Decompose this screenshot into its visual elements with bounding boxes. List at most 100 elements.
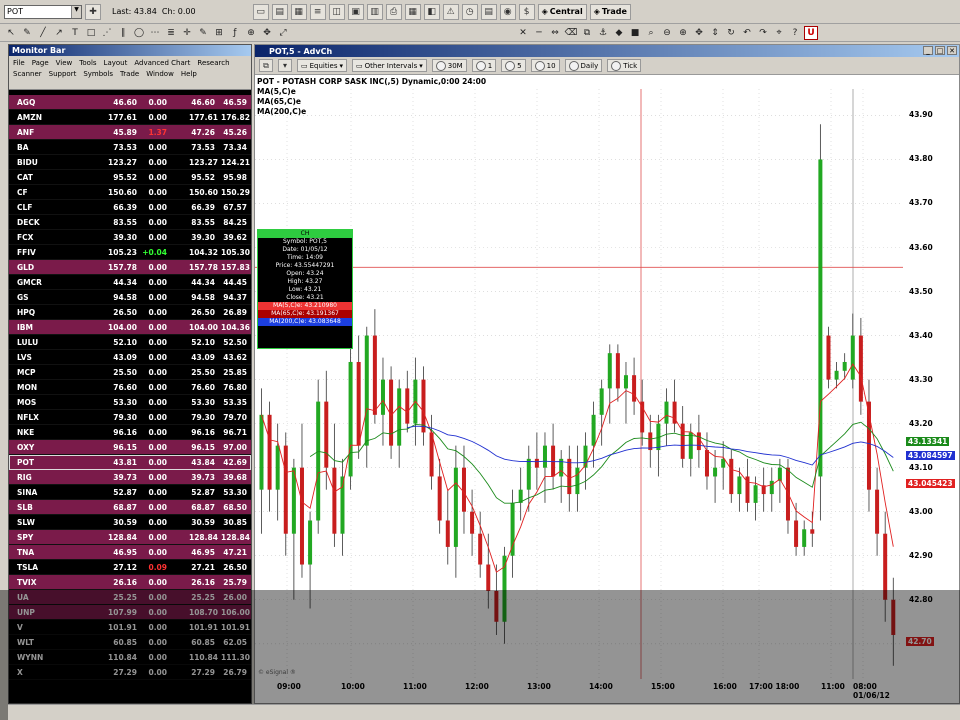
square-icon[interactable]: ■	[628, 26, 642, 40]
monitor-row[interactable]: RIG 39.73 0.00 39.73 39.68	[9, 470, 251, 485]
monitor-row[interactable]: GLD 157.78 0.00 157.78 157.83	[9, 260, 251, 275]
zoom-icon[interactable]: ⊕	[244, 26, 258, 40]
monitor-menu-item[interactable]: Scanner	[13, 69, 42, 80]
news-icon[interactable]: ▥	[366, 3, 383, 20]
help-icon[interactable]: ?	[788, 26, 802, 40]
interval-10[interactable]: 10	[530, 59, 560, 72]
link-window-icon[interactable]: ⧉	[259, 59, 273, 72]
cycle-icon[interactable]: ⋯	[148, 26, 162, 40]
tile-icon[interactable]: ▣	[347, 3, 364, 20]
arrow-icon[interactable]: ↗	[52, 26, 66, 40]
monitor-row[interactable]: NKE 96.16 0.00 96.16 96.71	[9, 425, 251, 440]
monitor-row[interactable]: SLW 30.59 0.00 30.59 30.85	[9, 515, 251, 530]
expand-icon[interactable]: ⤢	[276, 26, 290, 40]
monitor-row[interactable]: TSLA 27.12 0.09 27.21 26.50	[9, 560, 251, 575]
grid-icon[interactable]: ▦	[290, 3, 307, 20]
pin-icon[interactable]: ⌖	[772, 26, 786, 40]
cross-icon[interactable]: ✕	[516, 26, 530, 40]
move-icon[interactable]: ✥	[260, 26, 274, 40]
study-icon[interactable]: ƒ	[228, 26, 242, 40]
eraser-icon[interactable]: ⌫	[564, 26, 578, 40]
monitor-menu-item[interactable]: Help	[181, 69, 197, 80]
u-button[interactable]: U	[804, 25, 818, 40]
monitor-menu-item[interactable]: Symbols	[83, 69, 113, 80]
channel-icon[interactable]: ∥	[116, 26, 130, 40]
monitor-row[interactable]: TNA 46.95 0.00 46.95 47.21	[9, 545, 251, 560]
monitor-row[interactable]: POT 43.81 0.00 43.84 42.69	[9, 455, 251, 470]
add-icon[interactable]: ✚	[85, 3, 101, 20]
arrow-down-icon[interactable]: ▾	[278, 59, 292, 72]
alert-icon[interactable]: ⚠	[442, 3, 459, 20]
monitor-row[interactable]: GMCR 44.34 0.00 44.34 44.45	[9, 275, 251, 290]
time-icon[interactable]: ◷	[461, 3, 478, 20]
monitor-row[interactable]: AMZN 177.61 0.00 177.61 176.82	[9, 110, 251, 125]
fan-icon[interactable]: ⋰	[100, 26, 114, 40]
monitor-row[interactable]: MOS 53.30 0.00 53.30 53.35	[9, 395, 251, 410]
interval-30m[interactable]: 30M	[431, 59, 467, 72]
dollar-icon[interactable]: $	[518, 3, 535, 20]
monitor-row[interactable]: MCP 25.50 0.00 25.50 25.85	[9, 365, 251, 380]
box-icon[interactable]: □	[84, 26, 98, 40]
monitor-row[interactable]: LULU 52.10 0.00 52.10 52.50	[9, 335, 251, 350]
symbol-input[interactable]: POT ▼	[4, 4, 82, 19]
fib-icon[interactable]: ≣	[164, 26, 178, 40]
monitor-row[interactable]: OXY 96.15 0.00 96.15 97.00	[9, 440, 251, 455]
magnify-icon[interactable]: ⌕	[644, 26, 658, 40]
close-icon[interactable]: ✕	[947, 46, 957, 55]
intervals-dropdown[interactable]: ▭ Other Intervals ▾	[352, 59, 427, 72]
monitor-menu-item[interactable]: View	[56, 58, 73, 69]
monitor-row[interactable]: CAT 95.52 0.00 95.52 95.98	[9, 170, 251, 185]
line-icon[interactable]: ╱	[36, 26, 50, 40]
monitor-menu-item[interactable]: Trade	[120, 69, 139, 80]
monitor-row[interactable]: NFLX 79.30 0.00 79.30 79.70	[9, 410, 251, 425]
interval-1[interactable]: 1	[471, 59, 497, 72]
interval-tick[interactable]: Tick	[607, 59, 642, 72]
interval-daily[interactable]: Daily	[564, 59, 603, 72]
calendar-icon[interactable]: ▤	[480, 3, 497, 20]
window-icon[interactable]: ▭	[252, 3, 269, 20]
monitor-row[interactable]: LVS 43.09 0.00 43.09 43.62	[9, 350, 251, 365]
pen-icon[interactable]: ✎	[20, 26, 34, 40]
layout-icon[interactable]: ◧	[423, 3, 440, 20]
monitor-row[interactable]: AGQ 46.60 0.00 46.60 46.59	[9, 95, 251, 110]
compare-icon[interactable]: ⊞	[212, 26, 226, 40]
cursor-icon[interactable]: ↖	[4, 26, 18, 40]
quote-icon[interactable]: ◫	[328, 3, 345, 20]
monitor-row[interactable]: ANF 45.89 1.37 47.26 45.26	[9, 125, 251, 140]
monitor-menu-item[interactable]: File	[13, 58, 25, 69]
monitor-row[interactable]: GS 94.58 0.00 94.58 94.37	[9, 290, 251, 305]
monitor-row[interactable]: SPY 128.84 0.00 128.84 128.84	[9, 530, 251, 545]
monitor-menu-item[interactable]: Support	[49, 69, 77, 80]
hline-icon[interactable]: ─	[532, 26, 546, 40]
central-button[interactable]: ◈ Central	[537, 3, 587, 20]
interval-5[interactable]: 5	[501, 59, 526, 72]
monitor-menu-item[interactable]: Advanced Chart	[134, 58, 190, 69]
trade-button[interactable]: ◈ Trade	[589, 3, 631, 20]
pan-icon[interactable]: ✥	[692, 26, 706, 40]
monitor-row[interactable]: FCX 39.30 0.00 39.30 39.62	[9, 230, 251, 245]
link-icon[interactable]: ⧉	[580, 26, 594, 40]
monitor-menu-item[interactable]: Page	[32, 58, 49, 69]
magnify-minus-icon[interactable]: ⊖	[660, 26, 674, 40]
equities-dropdown[interactable]: ▭ Equities ▾	[297, 59, 348, 72]
monitor-menu-item[interactable]: Tools	[79, 58, 96, 69]
table-icon[interactable]: ▦	[404, 3, 421, 20]
monitor-row[interactable]: SLB 68.87 0.00 68.87 68.50	[9, 500, 251, 515]
magnify-plus-icon[interactable]: ⊕	[676, 26, 690, 40]
shape-icon[interactable]: ◆	[612, 26, 626, 40]
back-icon[interactable]: ↶	[740, 26, 754, 40]
monitor-row[interactable]: DECK 83.55 0.00 83.55 84.25	[9, 215, 251, 230]
crosshair-icon[interactable]: ✛	[180, 26, 194, 40]
list-icon[interactable]: ≡	[309, 3, 326, 20]
text-icon[interactable]: T	[68, 26, 82, 40]
monitor-row[interactable]: HPQ 26.50 0.00 26.50 26.89	[9, 305, 251, 320]
minimize-icon[interactable]: _	[923, 46, 933, 55]
maximize-icon[interactable]: □	[935, 46, 945, 55]
scanner-icon[interactable]: ◉	[499, 3, 516, 20]
monitor-row[interactable]: BIDU 123.27 0.00 123.27 124.21	[9, 155, 251, 170]
monitor-row[interactable]: SINA 52.87 0.00 52.87 53.30	[9, 485, 251, 500]
chevron-down-icon[interactable]: ▼	[71, 5, 81, 18]
chart-icon[interactable]: ▤	[271, 3, 288, 20]
monitor-menu-item[interactable]: Window	[146, 69, 174, 80]
monitor-row[interactable]: IBM 104.00 0.00 104.00 104.36	[9, 320, 251, 335]
